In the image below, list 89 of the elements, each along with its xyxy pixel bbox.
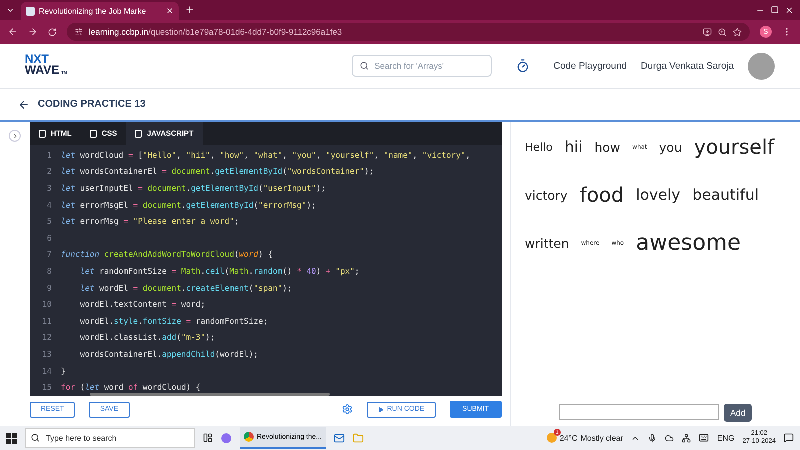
code-line: let wordCloud = ["Hello", "hii", "how", "what", "you", "yourself", "name", "victory", [61,150,471,160]
line-number: 4 [46,200,53,210]
url-text: learning.ccbp.in/question/b1e79a78-01d6-4dd7-b0f9-9112c96a1fe3 [89,27,342,37]
cloud-word: food [580,183,624,207]
settings-icon[interactable] [342,404,354,415]
add-button[interactable]: Add [724,404,752,422]
cloud-word: written [525,236,570,250]
user-name[interactable]: Durga Venkata Saroja [641,60,734,72]
code-line: let wordsContainerEl = document.getElementById("wordsContainer"); [61,167,374,176]
keyboard-icon[interactable] [699,433,710,443]
scrollbar[interactable] [90,393,330,396]
address-bar[interactable]: learning.ccbp.in/question/b1e79a78-01d6-4dd7-b0f9-9112c96a1fe3 [67,23,750,41]
word-input-field[interactable] [559,404,720,420]
reload-icon[interactable] [48,28,57,36]
cloud-icon[interactable] [665,434,674,442]
close-icon[interactable] [785,6,794,14]
cloud-word: awesome [636,230,741,256]
search-icon [31,434,40,442]
line-number: 15 [41,383,53,392]
back-arrow-icon[interactable] [18,98,30,110]
back-icon[interactable] [8,27,18,37]
notifications-icon[interactable] [784,433,794,443]
file-icon [135,130,142,138]
file-icon [39,130,46,138]
line-number: 9 [46,284,53,293]
taskbar-search-field[interactable]: Type here to search [25,428,195,448]
code-line: let userInputEl = document.getElementById("userInput"); [61,184,326,194]
cloud-word: beautiful [692,186,760,204]
line-number: 1 [46,150,53,160]
code-line: let errorMsgEl = document.getElementById("errorMsg"); [61,200,316,210]
line-number: 11 [41,316,53,326]
play-icon [378,406,384,412]
stopwatch-icon[interactable] [516,59,530,73]
code-line: wordsContainerEl.appendChild(wordEl); [79,350,258,360]
cloud-word: how [594,140,621,154]
code-line: wordEl.style.fontSize = randomFontSize; [79,316,268,326]
code-line: } [61,366,66,376]
avatar-circle[interactable] [748,52,775,80]
chevron-right-icon [12,132,18,140]
cloud-word: you [659,140,682,154]
line-number: 5 [46,217,53,226]
close-icon[interactable] [166,7,174,15]
microphone-icon[interactable] [648,434,658,442]
favicon-icon [26,6,35,16]
tab-title: Revolutionizing the Job Marke [39,6,148,16]
restore-icon[interactable] [771,6,779,14]
bookmark-star-icon[interactable] [733,28,742,36]
search-icon [360,62,369,70]
line-number: 6 [46,234,53,243]
line-number: 13 [41,350,53,360]
cloud-word: yourself [694,135,775,159]
windows-start-icon[interactable] [6,432,17,444]
network-icon[interactable] [682,434,692,442]
site-settings-icon[interactable] [75,28,83,36]
zoom-icon[interactable] [718,28,727,36]
code-line: wordEl.classList.add("m-3"); [79,333,216,342]
line-number: 8 [46,267,53,276]
code-line: let randomFontSize = Math.ceil(Math.random() * 40) + "px"; [79,267,360,276]
task-view-icon[interactable] [203,433,213,443]
file-icon [90,130,97,138]
mail-icon[interactable] [334,432,345,444]
browser-tab[interactable]: Revolutionizing the Job Marke [21,2,179,20]
forward-icon[interactable] [28,27,38,37]
code-line: function createAndAddWordToWordCloud(word) { [61,250,273,260]
language-indicator[interactable]: ENG [717,434,735,442]
cloud-word: hii [564,138,583,156]
line-number: 12 [41,333,53,342]
weather-text[interactable]: Mostly clear [580,434,624,442]
line-number: 3 [46,184,53,194]
page-title: CODING PRACTICE 13 [38,99,146,110]
line-number: 10 [41,300,53,310]
code-playground-link[interactable]: Code Playground [554,60,628,72]
search-field[interactable]: Search for 'Arrays' [352,55,492,77]
new-tab-icon[interactable] [185,5,195,15]
code-line: let wordEl = document.createElement("span"); [79,284,292,293]
code-line: for (let word of wordCloud) { [61,383,201,392]
line-number: 14 [41,366,53,376]
install-icon[interactable] [703,28,712,36]
cloud-word: lovely [636,186,681,204]
copilot-icon[interactable] [221,432,232,444]
code-editor[interactable] [30,122,502,396]
line-number: 7 [46,250,53,260]
expand-button[interactable] [9,130,21,142]
temperature[interactable]: 24°C [560,434,578,442]
line-number: 2 [46,167,53,176]
code-line: wordEl.textContent = word; [79,300,206,310]
cloud-word: Hello [525,140,553,154]
cloud-word: victory [525,188,568,202]
code-line: let errorMsg = "Please enter a word"; [61,217,240,226]
